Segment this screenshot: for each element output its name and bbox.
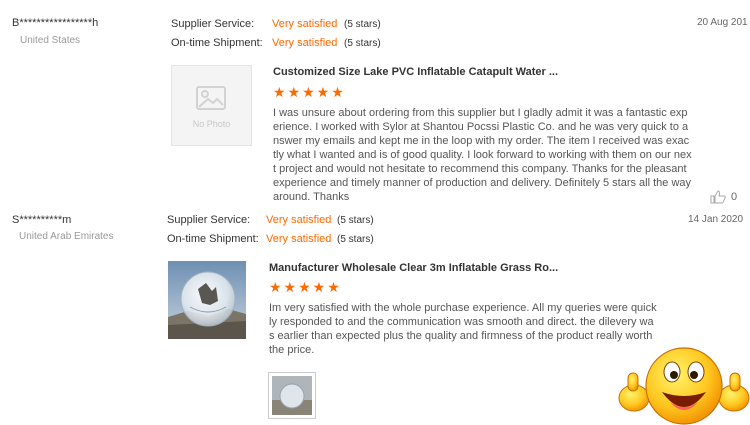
shipment-stars: (5 stars) (344, 38, 381, 49)
image-placeholder-icon (196, 86, 226, 110)
shipment-stars: (5 stars) (337, 234, 374, 245)
shipment-label: On-time Shipment: (167, 233, 259, 245)
review-date: 20 Aug 201 (697, 17, 748, 28)
review-date: 14 Jan 2020 (688, 214, 744, 225)
shipment-value: Very satisfied (272, 37, 338, 49)
product-title-link[interactable]: Manufacturer Wholesale Clear 3m Inflatab… (269, 262, 558, 274)
product-title-link[interactable]: Customized Size Lake PVC Inflatable Cata… (273, 66, 558, 78)
review-star-rating: ★★★★★ (269, 279, 342, 295)
review-text: Im very satisfied with the whole purchas… (269, 302, 657, 356)
supplier-service-value: Very satisfied (272, 18, 338, 30)
review-text: I was unsure about ordering from this su… (273, 107, 692, 203)
like-count: 0 (731, 191, 738, 203)
shipment-value: Very satisfied (266, 233, 332, 245)
buyer-name: B*****************h (12, 17, 99, 29)
review-star-rating: ★★★★★ (273, 84, 346, 100)
review-photo-thumbnail[interactable] (268, 372, 316, 419)
supplier-service-label: Supplier Service: (167, 214, 251, 226)
supplier-service-label: Supplier Service: (171, 18, 255, 30)
supplier-service-stars: (5 stars) (337, 215, 374, 226)
buyer-name: S**********m (12, 214, 72, 226)
review-photo-image (272, 376, 312, 415)
shipment-label: On-time Shipment: (171, 37, 263, 49)
product-image[interactable] (168, 261, 246, 339)
supplier-service-stars: (5 stars) (344, 19, 381, 30)
buyer-country: United States (20, 35, 81, 46)
thumbs-up-smiley-emoji (618, 347, 750, 425)
supplier-service-value: Very satisfied (266, 214, 332, 226)
product-image-placeholder[interactable]: No Photo (171, 65, 252, 146)
no-photo-label: No Photo (192, 119, 231, 129)
thumbs-up-icon[interactable] (710, 190, 726, 204)
buyer-country: United Arab Emirates (19, 231, 114, 242)
